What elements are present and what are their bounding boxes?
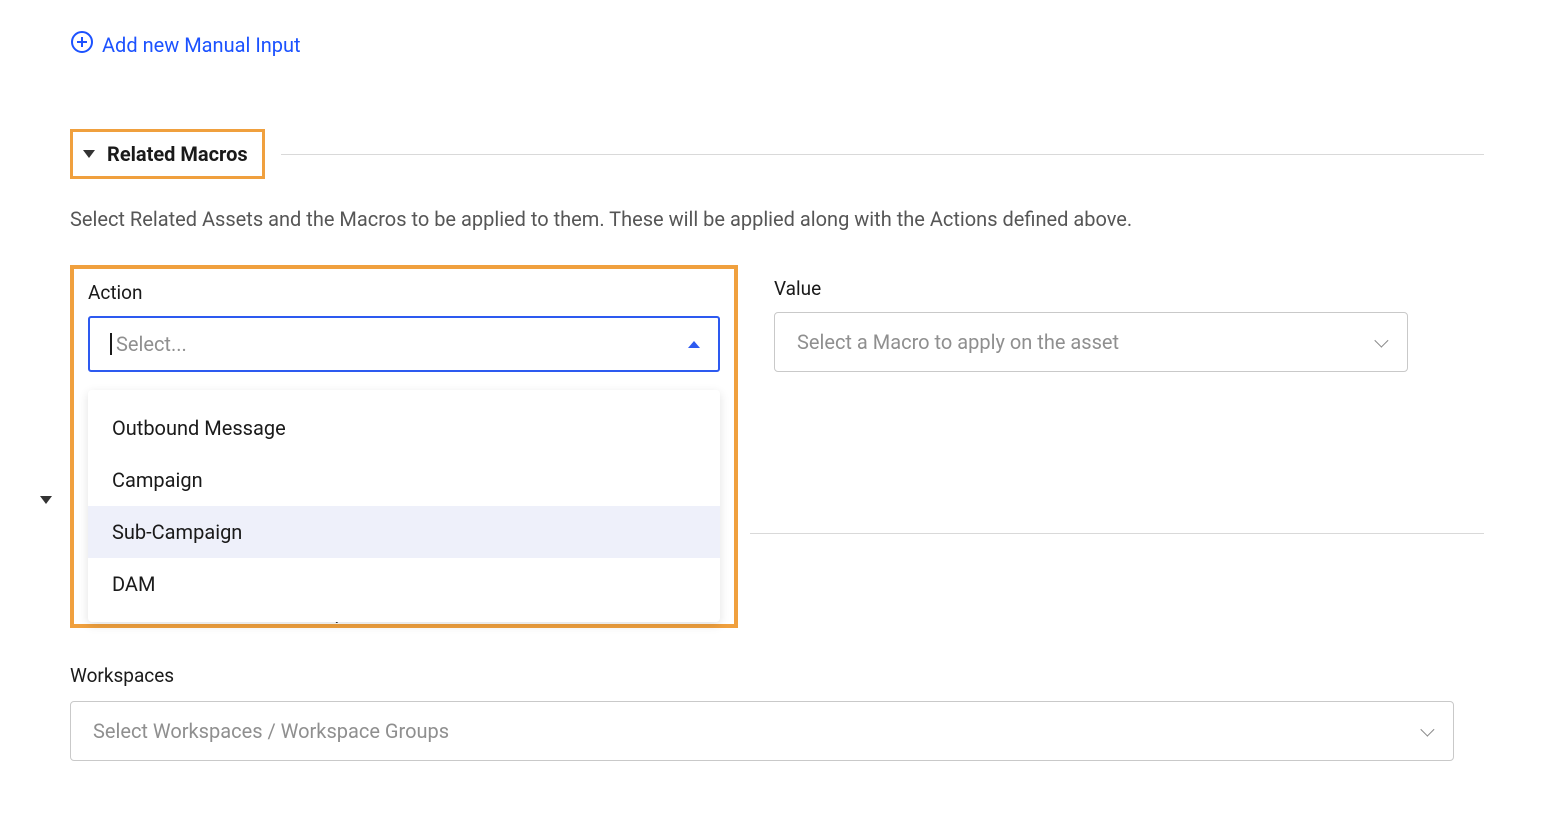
chevron-down-icon xyxy=(1420,723,1434,737)
text-cursor xyxy=(110,333,112,355)
related-macros-description: Select Related Assets and the Macros to … xyxy=(70,207,1484,231)
workspaces-select[interactable]: Select Workspaces / Workspace Groups xyxy=(70,701,1454,761)
action-select[interactable]: Select... xyxy=(88,316,720,372)
related-macros-header-row: Related Macros xyxy=(70,129,1484,179)
section-divider xyxy=(281,154,1484,155)
action-highlight-box: Action Select... Outbound Message Campai… xyxy=(70,265,738,628)
value-label: Value xyxy=(774,277,1408,300)
workspaces-section: Workspaces Select Workspaces / Workspace… xyxy=(70,664,1484,761)
visibility-caret-icon xyxy=(40,496,52,528)
action-option-dam[interactable]: DAM xyxy=(88,558,720,610)
related-macros-toggle[interactable]: Related Macros xyxy=(70,129,265,179)
chevron-up-icon xyxy=(688,341,700,348)
action-option-outbound-message[interactable]: Outbound Message xyxy=(88,402,720,454)
workspaces-placeholder: Select Workspaces / Workspace Groups xyxy=(93,719,449,743)
action-option-sub-campaign[interactable]: Sub-Campaign xyxy=(88,506,720,558)
chevron-down-icon xyxy=(1374,334,1388,348)
value-select[interactable]: Select a Macro to apply on the asset xyxy=(774,312,1408,372)
action-field: Action Select... Outbound Message Campai… xyxy=(88,281,724,622)
visibility-section-divider xyxy=(750,533,1484,534)
value-field: Value Select a Macro to apply on the ass… xyxy=(774,265,1408,372)
action-label: Action xyxy=(88,281,724,304)
action-option-campaign[interactable]: Campaign xyxy=(88,454,720,506)
add-manual-input-link[interactable]: Add new Manual Input xyxy=(70,30,301,59)
plus-circle-icon xyxy=(70,30,94,59)
related-macros-fields: Action Select... Outbound Message Campai… xyxy=(70,265,1484,628)
related-macros-title: Related Macros xyxy=(107,142,248,166)
action-dropdown-panel: Outbound Message Campaign Sub-Campaign D… xyxy=(88,390,720,622)
workspaces-label: Workspaces xyxy=(70,664,1484,687)
action-placeholder: Select... xyxy=(116,332,187,356)
add-manual-input-label: Add new Manual Input xyxy=(102,33,301,57)
value-placeholder: Select a Macro to apply on the asset xyxy=(797,330,1119,354)
caret-down-icon xyxy=(83,150,95,158)
